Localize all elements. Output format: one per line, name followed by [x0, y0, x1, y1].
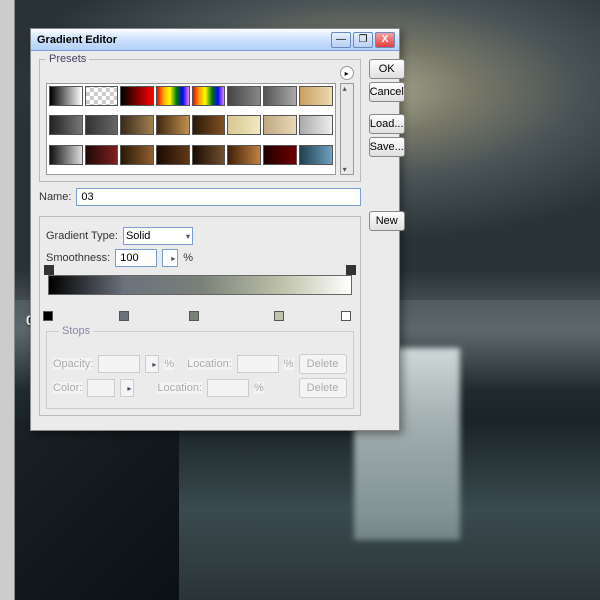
preset-swatch[interactable]	[227, 115, 261, 135]
preset-swatch[interactable]	[299, 115, 333, 135]
smoothness-label: Smoothness:	[46, 252, 110, 264]
preset-scrollbar[interactable]	[340, 83, 354, 175]
preset-swatch[interactable]	[227, 86, 261, 106]
preset-swatch[interactable]	[120, 86, 154, 106]
preset-swatch[interactable]	[85, 86, 119, 106]
preset-swatch[interactable]	[49, 145, 83, 165]
preset-swatch[interactable]	[156, 145, 190, 165]
preset-swatch[interactable]	[156, 86, 190, 106]
name-label: Name:	[39, 191, 71, 203]
cancel-button[interactable]: Cancel	[369, 82, 405, 102]
preset-swatch[interactable]	[263, 86, 297, 106]
preset-swatch[interactable]	[120, 145, 154, 165]
preset-swatch[interactable]	[299, 145, 333, 165]
chevron-down-icon: ▾	[186, 232, 190, 241]
maximize-button[interactable]: ❐	[353, 32, 373, 48]
gradient-type-select[interactable]: Solid ▾	[123, 227, 193, 245]
stops-legend: Stops	[59, 325, 93, 337]
opacity-input	[98, 355, 140, 373]
preset-swatch[interactable]	[192, 145, 226, 165]
opacity-stop-left[interactable]	[44, 265, 54, 275]
presets-legend: Presets	[46, 53, 89, 65]
location-unit-2: %	[254, 382, 264, 394]
color-label: Color:	[53, 382, 82, 394]
preset-swatch[interactable]	[192, 86, 226, 106]
opacity-label: Opacity:	[53, 358, 93, 370]
preset-swatch[interactable]	[263, 145, 297, 165]
location-input	[237, 355, 279, 373]
name-input[interactable]	[76, 188, 360, 206]
stops-fieldset: Stops Opacity: ▸ % Location: % Delete Co…	[46, 331, 354, 409]
smoothness-input[interactable]	[115, 249, 157, 267]
preset-swatch[interactable]	[263, 115, 297, 135]
location-label-2: Location:	[157, 382, 202, 394]
color-flyout: ▸	[120, 379, 134, 397]
new-button[interactable]: New	[369, 211, 405, 231]
smoothness-flyout[interactable]: ▸	[162, 249, 178, 267]
load-button[interactable]: Load...	[369, 114, 405, 134]
opacity-flyout: ▸	[145, 355, 159, 373]
preset-swatch[interactable]	[192, 115, 226, 135]
preset-swatch[interactable]	[120, 115, 154, 135]
color-stop[interactable]	[274, 311, 284, 321]
color-swatch	[87, 379, 115, 397]
color-stop[interactable]	[43, 311, 53, 321]
opacity-unit: %	[164, 358, 174, 370]
color-location-input	[207, 379, 249, 397]
preset-swatch[interactable]	[49, 86, 83, 106]
gradient-settings: Gradient Type: Solid ▾ Smoothness: ▸ %	[39, 216, 361, 416]
opacity-stop-right[interactable]	[346, 265, 356, 275]
gradient-editor-dialog: Gradient Editor — ❐ X Presets ▸ Name:	[30, 28, 400, 431]
location-label: Location:	[187, 358, 232, 370]
preset-swatch[interactable]	[227, 145, 261, 165]
location-unit: %	[284, 358, 294, 370]
gradient-type-label: Gradient Type:	[46, 230, 118, 242]
preset-swatch[interactable]	[85, 145, 119, 165]
preset-swatch[interactable]	[156, 115, 190, 135]
delete-opacity-stop-button: Delete	[299, 354, 347, 374]
gradient-bar[interactable]	[48, 275, 352, 311]
chevron-right-icon: ▸	[171, 254, 175, 263]
color-stop[interactable]	[119, 311, 129, 321]
smoothness-unit: %	[183, 252, 193, 264]
gradient-preview[interactable]	[48, 275, 352, 295]
preset-swatch[interactable]	[85, 115, 119, 135]
minimize-button[interactable]: —	[331, 32, 351, 48]
close-button[interactable]: X	[375, 32, 395, 48]
presets-menu-icon[interactable]: ▸	[340, 66, 354, 80]
color-stop[interactable]	[189, 311, 199, 321]
save-button[interactable]: Save...	[369, 137, 405, 157]
presets-fieldset: Presets ▸	[39, 59, 361, 182]
color-stop[interactable]	[341, 311, 351, 321]
delete-color-stop-button: Delete	[299, 378, 347, 398]
preset-swatch-grid[interactable]	[46, 83, 336, 175]
ok-button[interactable]: OK	[369, 59, 405, 79]
preset-swatch[interactable]	[299, 86, 333, 106]
bg-cliff	[15, 420, 179, 600]
titlebar[interactable]: Gradient Editor — ❐ X	[31, 29, 399, 51]
gradient-type-value: Solid	[126, 230, 150, 242]
preset-swatch[interactable]	[49, 115, 83, 135]
window-title: Gradient Editor	[35, 34, 329, 46]
